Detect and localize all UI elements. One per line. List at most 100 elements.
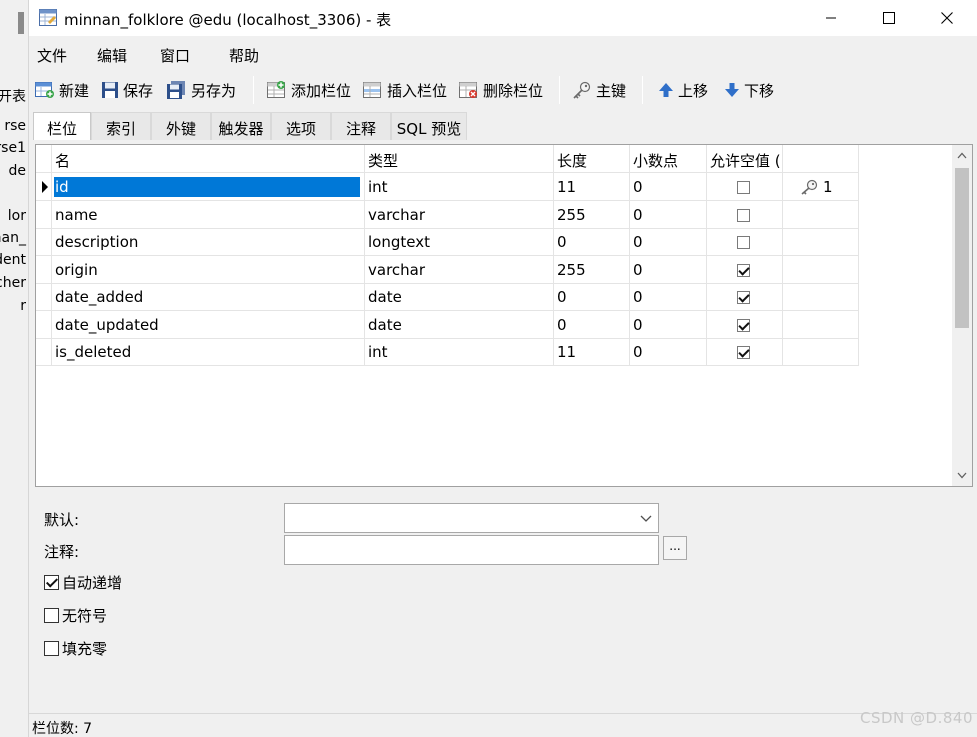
cell-decimals[interactable]: 0 xyxy=(630,310,707,339)
move-up-button[interactable]: 上移 xyxy=(658,78,708,102)
cell-length[interactable]: 11 xyxy=(554,338,630,366)
cell-name[interactable]: is_deleted xyxy=(52,338,365,366)
cell-type[interactable]: varchar xyxy=(365,200,554,229)
tab-sql-preview[interactable]: SQL 预览 xyxy=(391,112,467,140)
cell-decimals[interactable]: 0 xyxy=(630,228,707,256)
new-button[interactable]: 新建 xyxy=(35,78,89,102)
minimize-button[interactable] xyxy=(802,0,860,36)
header-decimals[interactable]: 小数点 xyxy=(630,145,707,173)
header-type[interactable]: 类型 xyxy=(365,145,554,173)
close-button[interactable] xyxy=(918,0,976,36)
table-row[interactable]: origin varchar 255 0 xyxy=(36,255,859,284)
comment-ellipsis-button[interactable]: ... xyxy=(663,536,687,560)
delete-field-button[interactable]: 删除栏位 xyxy=(459,78,543,102)
cell-length[interactable]: 255 xyxy=(554,200,630,229)
cell-decimals[interactable]: 0 xyxy=(630,283,707,311)
cell-decimals[interactable]: 0 xyxy=(630,200,707,229)
cell-nullable[interactable] xyxy=(707,255,783,284)
auto-increment-checkbox[interactable]: 自动递增 xyxy=(44,572,122,593)
cell-type[interactable]: varchar xyxy=(365,255,554,284)
cell-nullable[interactable] xyxy=(707,228,783,256)
scrollbar-thumb[interactable] xyxy=(955,168,969,328)
tab-comment[interactable]: 注释 xyxy=(331,112,391,140)
auto-increment-box[interactable] xyxy=(44,575,59,590)
cell-type[interactable]: date xyxy=(365,310,554,339)
header-name[interactable]: 名 xyxy=(52,145,365,173)
insert-field-button[interactable]: 插入栏位 xyxy=(363,78,447,102)
nullable-checkbox[interactable] xyxy=(737,291,750,304)
scroll-down-icon[interactable] xyxy=(957,472,967,479)
cell-type[interactable]: longtext xyxy=(365,228,554,256)
tab-options[interactable]: 选项 xyxy=(271,112,331,140)
nullable-checkbox[interactable] xyxy=(737,181,750,194)
row-indicator[interactable] xyxy=(36,310,52,339)
cell-nullable[interactable] xyxy=(707,283,783,311)
menu-edit[interactable]: 编辑 xyxy=(97,45,127,66)
row-indicator[interactable] xyxy=(36,338,52,366)
cell-key[interactable] xyxy=(783,338,859,366)
vertical-scrollbar[interactable] xyxy=(952,145,972,486)
cell-length[interactable]: 0 xyxy=(554,310,630,339)
save-as-button[interactable]: 另存为 xyxy=(167,78,236,102)
cell-type[interactable]: int xyxy=(365,338,554,366)
add-field-button[interactable]: 添加栏位 xyxy=(267,78,351,102)
row-indicator[interactable] xyxy=(36,255,52,284)
cell-length[interactable]: 0 xyxy=(554,228,630,256)
row-indicator[interactable] xyxy=(36,200,52,229)
cell-key[interactable]: 1 xyxy=(783,173,859,201)
primary-key-button[interactable]: 主键 xyxy=(572,78,626,102)
table-row[interactable]: date_added date 0 0 xyxy=(36,283,859,311)
cell-nullable[interactable] xyxy=(707,310,783,339)
selected-name-text[interactable]: id xyxy=(54,177,360,197)
row-indicator[interactable] xyxy=(36,228,52,256)
cell-key[interactable] xyxy=(783,255,859,284)
default-select[interactable] xyxy=(284,503,659,533)
cell-name[interactable]: origin xyxy=(52,255,365,284)
menu-window[interactable]: 窗口 xyxy=(160,45,190,66)
menu-file[interactable]: 文件 xyxy=(37,45,67,66)
save-button[interactable]: 保存 xyxy=(101,78,153,102)
cell-name[interactable]: date_added xyxy=(52,283,365,311)
maximize-button[interactable] xyxy=(860,0,918,36)
tab-indexes[interactable]: 索引 xyxy=(91,112,151,140)
tab-triggers[interactable]: 触发器 xyxy=(211,112,271,140)
scroll-up-icon[interactable] xyxy=(957,152,967,159)
nullable-checkbox[interactable] xyxy=(737,236,750,249)
zerofill-checkbox[interactable]: 填充零 xyxy=(44,638,107,659)
row-indicator[interactable] xyxy=(36,283,52,311)
move-down-button[interactable]: 下移 xyxy=(724,78,774,102)
cell-name[interactable]: id xyxy=(52,173,365,201)
tab-fields[interactable]: 栏位 xyxy=(33,112,91,140)
cell-decimals[interactable]: 0 xyxy=(630,255,707,284)
cell-nullable[interactable] xyxy=(707,200,783,229)
cell-key[interactable] xyxy=(783,228,859,256)
nullable-checkbox[interactable] xyxy=(737,263,750,277)
header-nullable[interactable]: 允许空值 ( xyxy=(707,145,783,173)
cell-decimals[interactable]: 0 xyxy=(630,338,707,366)
cell-type[interactable]: int xyxy=(365,173,554,201)
cell-decimals[interactable]: 0 xyxy=(630,173,707,201)
cell-length[interactable]: 255 xyxy=(554,255,630,284)
table-row[interactable]: name varchar 255 0 xyxy=(36,200,859,229)
cell-key[interactable] xyxy=(783,310,859,339)
cell-name[interactable]: date_updated xyxy=(52,310,365,339)
nullable-checkbox[interactable] xyxy=(737,318,750,332)
unsigned-box[interactable] xyxy=(44,608,59,623)
table-row[interactable]: description longtext 0 0 xyxy=(36,228,859,256)
table-row[interactable]: date_updated date 0 0 xyxy=(36,310,859,339)
cell-length[interactable]: 0 xyxy=(554,283,630,311)
cell-key[interactable] xyxy=(783,283,859,311)
cell-name[interactable]: name xyxy=(52,200,365,229)
header-length[interactable]: 长度 xyxy=(554,145,630,173)
cell-name[interactable]: description xyxy=(52,228,365,256)
table-row[interactable]: is_deleted int 11 0 xyxy=(36,338,859,366)
unsigned-checkbox[interactable]: 无符号 xyxy=(44,605,107,626)
tab-foreign-keys[interactable]: 外键 xyxy=(151,112,211,140)
cell-nullable[interactable] xyxy=(707,173,783,201)
menu-help[interactable]: 帮助 xyxy=(229,45,259,66)
cell-type[interactable]: date xyxy=(365,283,554,311)
table-row[interactable]: id int 11 0 1 xyxy=(36,173,859,201)
cell-nullable[interactable] xyxy=(707,338,783,366)
cell-length[interactable]: 11 xyxy=(554,173,630,201)
nullable-checkbox[interactable] xyxy=(737,346,750,359)
